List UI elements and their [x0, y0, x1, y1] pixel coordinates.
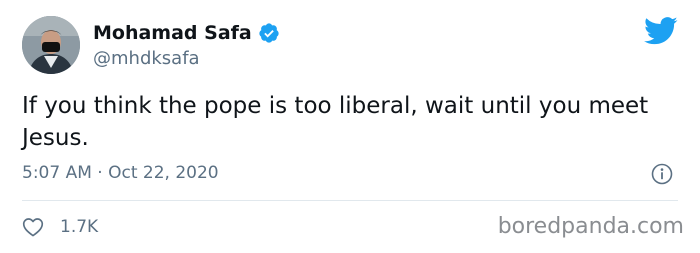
heart-icon[interactable]: [22, 217, 44, 237]
tweet-card: Mohamad Safa @mhdksafa If you think the …: [0, 0, 700, 253]
info-icon[interactable]: [651, 163, 673, 185]
divider: [22, 200, 678, 201]
author-name-text: Mohamad Safa: [93, 22, 252, 44]
author-name[interactable]: Mohamad Safa: [93, 21, 280, 45]
author-handle[interactable]: @mhdksafa: [93, 48, 200, 70]
tweet-text: If you think the pope is too liberal, wa…: [22, 93, 649, 151]
like-count[interactable]: 1.7K: [60, 216, 98, 238]
twitter-bird-icon[interactable]: [644, 16, 678, 46]
avatar[interactable]: [22, 16, 80, 74]
verified-badge-icon: [259, 23, 279, 43]
avatar-image: [22, 16, 80, 74]
watermark: boredpanda.com: [497, 214, 684, 239]
tweet-timestamp[interactable]: 5:07 AM · Oct 22, 2020: [22, 162, 219, 184]
